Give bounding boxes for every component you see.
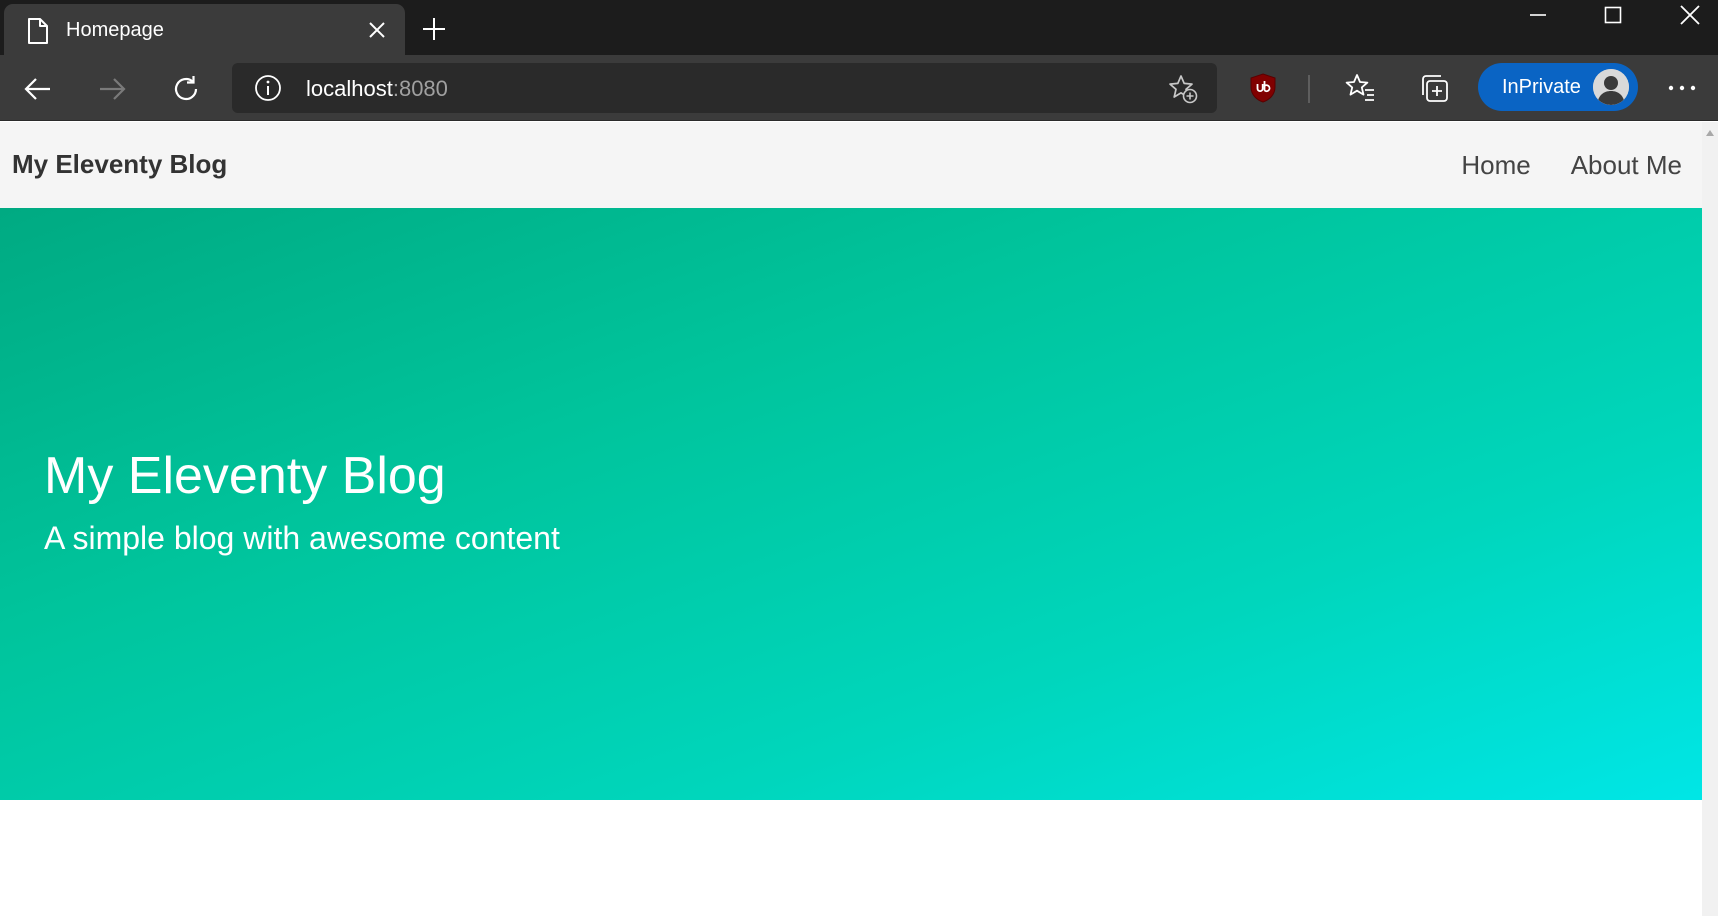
site-brand-link[interactable]: My Eleventy Blog — [12, 149, 227, 180]
favorites-button[interactable] — [1342, 70, 1378, 106]
hero-subtitle: A simple blog with awesome content — [44, 520, 560, 556]
collections-button[interactable] — [1416, 70, 1452, 106]
collections-icon — [1422, 75, 1448, 102]
favorites-icon — [1345, 74, 1374, 101]
page-viewport: My Eleventy Blog Home About Me My Eleven… — [0, 122, 1702, 916]
url-port: :8080 — [392, 76, 448, 101]
maximize-button[interactable] — [1577, 0, 1649, 30]
forward-button[interactable] — [92, 69, 132, 109]
refresh-button[interactable] — [166, 69, 206, 109]
more-button[interactable] — [1664, 70, 1700, 106]
url-host: localhost — [306, 76, 393, 101]
ublock-extension-button[interactable] — [1245, 70, 1281, 106]
close-icon — [1680, 5, 1700, 25]
tab-homepage[interactable]: Homepage — [4, 4, 405, 55]
browser-titlebar: Homepage — [0, 0, 1718, 55]
nav-link-home[interactable]: Home — [1461, 150, 1530, 181]
avatar — [1593, 69, 1629, 105]
page-icon — [28, 18, 48, 44]
minimize-icon — [1530, 14, 1546, 16]
plus-icon[interactable] — [420, 15, 448, 43]
inprivate-label: InPrivate — [1502, 76, 1581, 98]
close-icon[interactable] — [368, 21, 386, 39]
hero-title: My Eleventy Blog — [44, 447, 446, 505]
profile-icon — [1593, 69, 1629, 105]
info-icon[interactable] — [254, 74, 282, 102]
scroll-up-arrow[interactable] — [1706, 130, 1714, 136]
star-plus-icon[interactable] — [1167, 73, 1199, 105]
back-button[interactable] — [18, 69, 58, 109]
hero-banner: My Eleventy Blog A simple blog with awes… — [0, 208, 1702, 800]
nav-link-about-me[interactable]: About Me — [1571, 150, 1682, 181]
tab-title: Homepage — [66, 19, 164, 41]
ublock-shield-icon — [1250, 73, 1276, 103]
arrow-right-icon — [100, 78, 126, 100]
inprivate-button[interactable]: InPrivate — [1478, 63, 1638, 111]
more-icon — [1668, 85, 1696, 91]
minimize-button[interactable] — [1502, 0, 1574, 30]
browser-toolbar: localhost:8080 InPrivate — [0, 55, 1718, 121]
arrow-left-icon — [24, 78, 50, 100]
site-nav-links: Home About Me — [1461, 150, 1682, 181]
refresh-icon — [174, 76, 198, 101]
page-scrollbar[interactable] — [1702, 122, 1718, 916]
toolbar-divider — [1308, 75, 1310, 103]
address-bar[interactable]: localhost:8080 — [232, 63, 1217, 113]
close-window-button[interactable] — [1654, 0, 1718, 30]
maximize-icon — [1604, 6, 1622, 24]
site-navbar: My Eleventy Blog Home About Me — [0, 122, 1702, 208]
url-text[interactable]: localhost:8080 — [306, 76, 448, 102]
